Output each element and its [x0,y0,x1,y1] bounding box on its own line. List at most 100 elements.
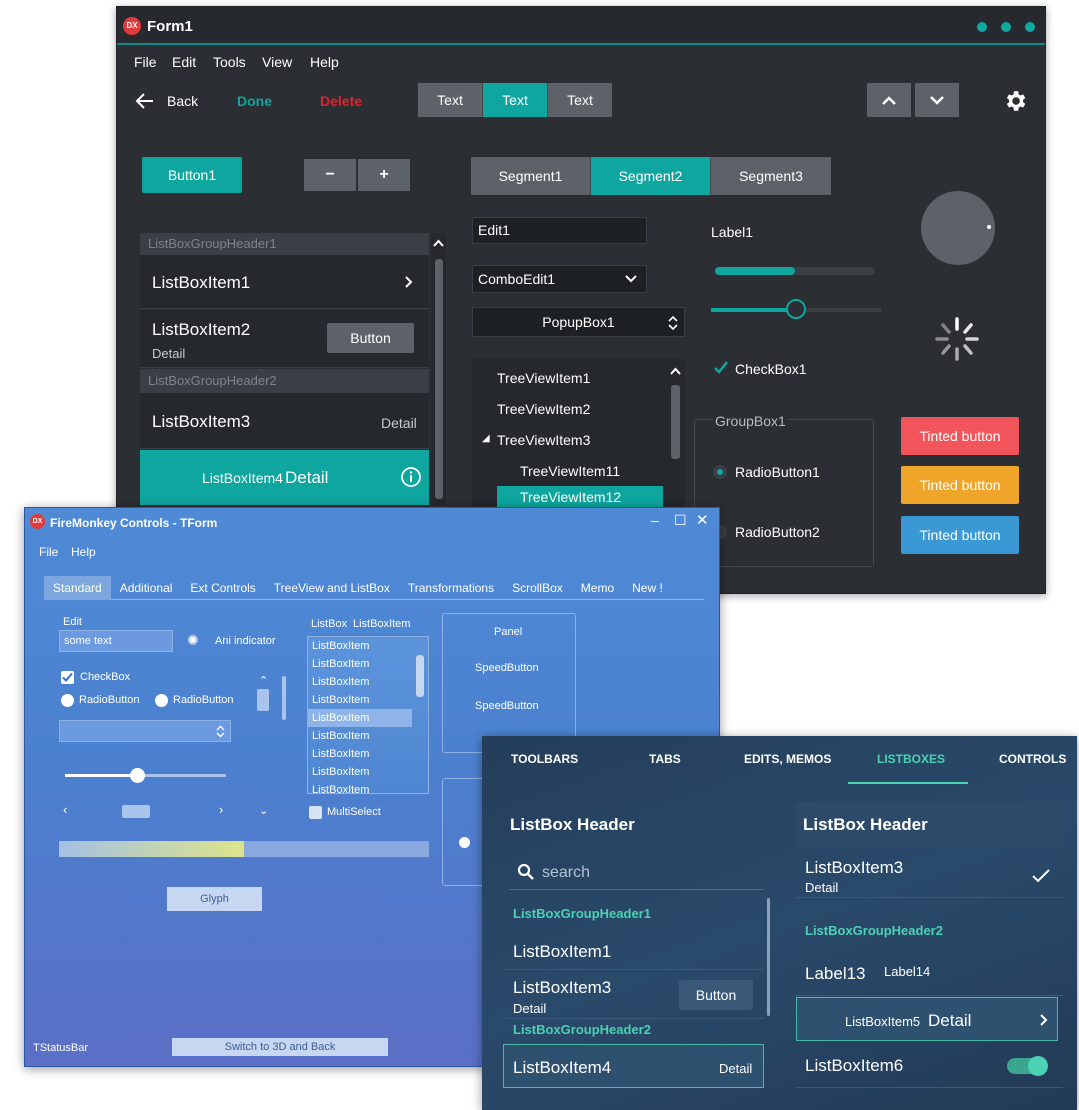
gear-icon[interactable] [1002,88,1028,114]
list-item-5-selected[interactable]: ListBoxItem5 Detail [796,997,1058,1041]
tab-ext-controls[interactable]: Ext Controls [181,576,264,600]
list-item-button[interactable]: Button [679,980,753,1010]
tab-tabs[interactable]: TABS [649,736,681,782]
plus-button[interactable]: + [358,159,410,191]
tab-new[interactable]: New ! [623,576,672,600]
list-item-3[interactable]: ListBoxItem3 Detail [140,393,429,449]
close-icon[interactable]: ✕ [696,511,709,529]
tree-item[interactable]: TreeViewItem11 [520,463,620,479]
expand-triangle-icon[interactable]: ◢ [482,433,490,444]
popupbox1[interactable]: PopupBox1 [472,307,685,337]
treeview[interactable]: TreeViewItem1 TreeViewItem2 ◢ TreeViewIt… [472,359,685,509]
button1[interactable]: Button1 [142,157,242,193]
window-dot-icon[interactable] [1025,22,1035,32]
back-button[interactable]: Back [135,89,215,113]
segment1[interactable]: Segment1 [471,157,591,195]
menu-tools[interactable]: Tools [213,54,246,70]
minus-button[interactable]: − [304,159,356,191]
left-listbox[interactable]: ListBox Header search ListBoxGroupHeader… [502,802,770,1110]
window-dot-icon[interactable] [977,22,987,32]
right-listbox[interactable]: ListBox Header ListBoxItem3 Detail ListB… [795,802,1063,1110]
tab-edits-memos[interactable]: EDITS, MEMOS [744,736,831,782]
combobox[interactable] [59,720,231,742]
treeview-scrollbar[interactable] [667,359,685,509]
tab-scrollbox[interactable]: ScrollBox [503,576,572,600]
checkbox1[interactable]: CheckBox1 [713,359,833,381]
info-icon[interactable] [400,466,422,488]
list-item-4-selected[interactable]: ListBoxItem4 Detail [503,1044,764,1088]
chevron-down-icon[interactable]: ⌄ [259,804,268,817]
radiobutton1[interactable]: RadioButton1 [713,462,863,484]
segment2[interactable]: Segment2 [591,157,711,195]
list-item-6[interactable]: ListBoxItem6 [795,1042,1063,1088]
list-item[interactable]: ListBoxItem [308,781,428,793]
minimize-icon[interactable]: – [651,512,659,528]
list-item[interactable]: ListBoxItem [308,763,428,781]
chevron-down-icon[interactable] [625,275,637,283]
tab-listboxes[interactable]: LISTBOXES [877,736,945,782]
radiobutton-2[interactable]: RadioButton [155,693,250,709]
chevron-right-icon[interactable]: › [219,802,223,817]
scrollbar-thumb[interactable] [435,259,443,499]
tree-item[interactable]: TreeViewItem2 [497,401,590,417]
multiselect-checkbox[interactable]: MultiSelect [309,805,429,821]
chevron-up-icon[interactable]: ⌃ [259,674,268,687]
list-item-selected[interactable]: ListBoxItem [308,709,412,727]
vertical-trackbar[interactable] [282,676,286,720]
tab-additional[interactable]: Additional [111,576,182,600]
tab-controls[interactable]: CONTROLS [999,736,1066,782]
trackbar[interactable] [65,768,226,783]
maximize-icon[interactable]: ☐ [674,512,687,529]
checkbox[interactable]: CheckBox [61,670,181,686]
tab-treeview-listbox[interactable]: TreeView and ListBox [265,576,399,600]
list-item-1[interactable]: ListBoxItem1 [505,928,764,970]
chevron-left-icon[interactable]: ‹ [63,802,67,817]
toolbar-seg-text-3[interactable]: Text [548,83,612,117]
list-item-4[interactable]: ListBoxItem4 Detail [140,450,429,505]
toggle-switch[interactable] [1007,1056,1048,1076]
menu-help[interactable]: Help [71,545,96,559]
list-item-3[interactable]: ListBoxItem3 Detail [795,852,1063,898]
form1-listbox[interactable]: ListBoxGroupHeader1 ListBoxItem1 ListBox… [140,233,446,505]
toolbar-seg-text-2[interactable]: Text [483,83,548,117]
tinted-button-orange[interactable]: Tinted button [901,466,1019,504]
switch-3d-button[interactable]: Switch to 3D and Back [172,1038,388,1056]
speedbutton-2[interactable]: SpeedButton [475,700,539,712]
vscroll-thumb[interactable] [257,689,269,711]
radio-circle-icon[interactable] [459,837,470,848]
list-item[interactable]: ListBoxItem [308,655,428,673]
toolbar-seg-text-1[interactable]: Text [418,83,483,117]
edit1-field[interactable]: Edit1 [472,217,647,244]
trackbar-thumb[interactable] [786,299,806,319]
glyph-button[interactable]: Glyph [167,887,262,911]
scrollbar-thumb[interactable] [416,655,424,697]
speedbutton-1[interactable]: SpeedButton [475,662,539,674]
scrollbar-thumb[interactable] [767,898,770,1016]
window-dot-icon[interactable] [1001,22,1011,32]
menu-file[interactable]: File [134,54,157,70]
list-item-3[interactable]: ListBoxItem3 Detail Button [505,971,764,1019]
scrollbar-thumb[interactable] [671,385,680,459]
list-item[interactable]: ListBoxItem [308,637,428,655]
delete-button[interactable]: Delete [320,93,362,109]
arc-dial[interactable] [921,191,995,265]
tab-standard[interactable]: Standard [44,576,111,600]
list-item-1[interactable]: ListBoxItem1 [140,255,429,309]
comboedit1[interactable]: ComboEdit1 [472,265,647,293]
radiobutton-1[interactable]: RadioButton [61,693,156,709]
tab-transformations[interactable]: Transformations [399,576,503,600]
list-item[interactable]: ListBoxItem [308,691,428,709]
tree-item[interactable]: TreeViewItem3 [497,432,590,448]
list-item-2[interactable]: ListBoxItem2 Detail Button [140,310,429,368]
list-item[interactable]: ListBoxItem [308,727,428,745]
menu-edit[interactable]: Edit [172,54,196,70]
tinted-button-blue[interactable]: Tinted button [901,516,1019,554]
list-item[interactable]: ListBoxItem [308,745,428,763]
trackbar[interactable] [711,299,881,319]
list-item-labels[interactable]: Label13 Label14 [795,950,1063,996]
tab-toolbars[interactable]: TOOLBARS [511,736,578,782]
up-button[interactable] [867,83,911,117]
search-box[interactable]: search [509,854,764,890]
list-item[interactable]: ListBoxItem [308,673,428,691]
tree-item-selected[interactable]: TreeViewItem12 [497,486,663,509]
